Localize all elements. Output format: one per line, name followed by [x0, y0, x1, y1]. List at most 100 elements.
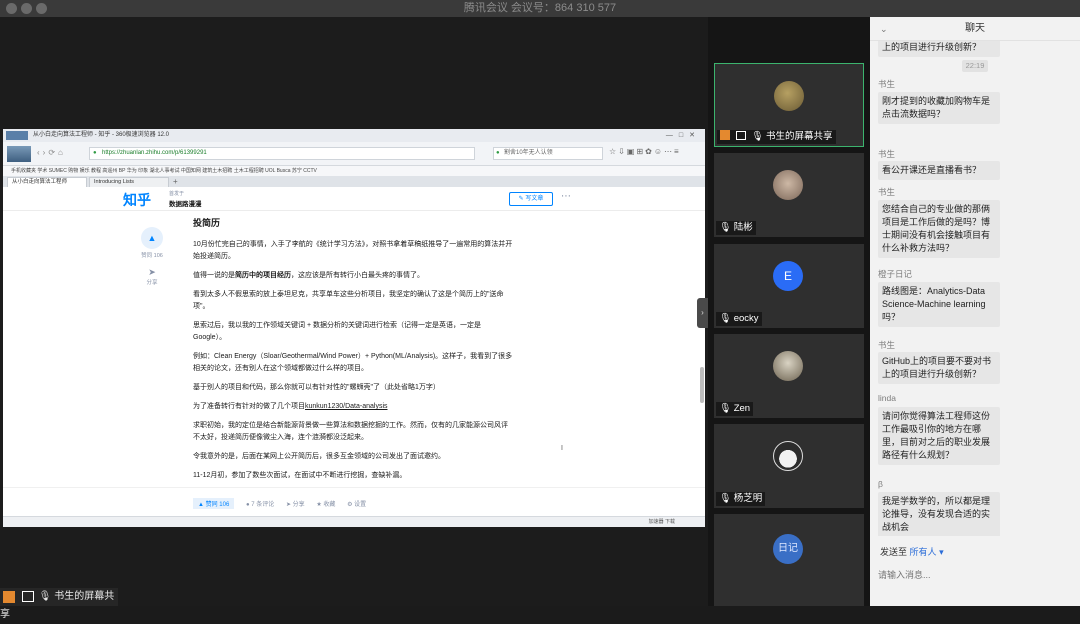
settings-button[interactable]: ⚙ 设置	[347, 502, 366, 508]
participant-name-text: eocky	[733, 313, 759, 324]
zhihu-header: 知乎 首发于 数据路漫漫 ✎ 写文章 ⋯	[3, 187, 705, 211]
collapse-panel-chevron-icon[interactable]: ›	[697, 298, 708, 328]
article-actions: ▲ 赞同 106 ● 7 条评论 ➤ 分享 ★ 收藏 ⚙ 设置	[193, 498, 366, 509]
microphone-icon: 🎙	[751, 131, 764, 142]
chat-message: 路线图是：Analytics-Data Science-Machine lear…	[878, 282, 1000, 327]
column-name[interactable]: 数据路漫漫	[169, 198, 202, 208]
participant-name: 🎙 Zen	[716, 402, 754, 416]
browser-search-text: 割舍10年无人认领	[504, 150, 553, 156]
participant-name-text: 书生的屏幕共享	[765, 131, 833, 142]
github-repo-link[interactable]: kunkun1230/Data-analysis	[305, 403, 388, 410]
extension-icons[interactable]: ☆⇩▣⊞✿☺⋯≡	[609, 147, 681, 156]
browser-logo-icon	[6, 131, 28, 140]
microphone-muted-icon: 🎙	[719, 403, 732, 414]
participant-tile[interactable]: E 🎙 eocky	[714, 244, 864, 328]
sharer-label: 🎙 书生的屏幕共享	[0, 588, 118, 620]
chat-header: ⌄ 聊天	[870, 17, 1080, 41]
nav-buttons-icon[interactable]: ‹›⟳⌂	[37, 148, 66, 157]
upvote-triangle-icon[interactable]: ▲	[141, 227, 163, 249]
participant-name-text: Zen	[733, 403, 751, 414]
upvote-label: 赞同 106	[205, 502, 230, 508]
more-options-icon[interactable]: ⋯	[561, 191, 571, 202]
bookmarks-list[interactable]: 手机收藏夹 学术 SUMEC 购物 娱乐 教程 高遥州 BP 华为 印象 湖北人…	[11, 168, 317, 174]
tab-zhihu[interactable]: 从小白走向算法工程师	[7, 177, 87, 187]
send-to-target-text: 所有人	[909, 547, 937, 557]
column-label: 首发于	[169, 191, 185, 197]
participant-tile[interactable]: 🎙 陆彬	[714, 153, 864, 237]
chat-message: 刚才提到的收藏加购物车是点击流数据吗？	[878, 92, 1000, 124]
side-share-label: 分享	[146, 280, 158, 286]
tab-lists[interactable]: Introducing Lists	[89, 177, 169, 187]
text-cursor-icon: I	[561, 445, 563, 452]
favorite-button[interactable]: ★ 收藏	[316, 502, 335, 508]
minimize-window-icon[interactable]	[21, 3, 32, 14]
person-icon	[3, 591, 15, 603]
browser-titlebar: 从小白走向算法工程师 - 知乎 - 360极速浏览器 12.0 —□✕	[3, 129, 705, 142]
share-label: 分享	[292, 502, 305, 508]
article-heading: 投简历	[193, 218, 221, 228]
side-vote-count: 赞同 106	[141, 253, 163, 259]
article-paragraph: 令我意外的是，后面在某网上公开简历后，很多互金领域的公司发出了面试邀约。	[193, 453, 445, 460]
upvote-button[interactable]: ▲ 赞同 106	[193, 498, 235, 509]
shared-browser-window: 从小白走向算法工程师 - 知乎 - 360极速浏览器 12.0 —□✕ ‹›⟳⌂…	[3, 129, 705, 527]
article-bold-text: 简历中的项目经历	[235, 272, 291, 279]
browser-title-text: 从小白走向算法工程师 - 知乎 - 360极速浏览器 12.0	[33, 132, 170, 138]
participant-tile[interactable]: 日记	[714, 514, 864, 606]
address-url: https://zhuanlan.zhihu.com/p/61399291	[102, 150, 207, 156]
caret-down-icon: ▾	[939, 547, 944, 557]
page-scrollbar[interactable]	[700, 367, 704, 403]
maximize-window-icon[interactable]	[36, 3, 47, 14]
settings-label: 设置	[354, 502, 367, 508]
write-article-label: 写文章	[525, 196, 544, 202]
browser-tab-strip: 从小白走向算法工程师 Introducing Lists +	[3, 176, 705, 187]
new-tab-icon[interactable]: +	[173, 176, 178, 187]
article-body: 投简历 10月份忙完自己的事情，入手了李航的《统计学习方法》，对照书拿着草稿纸推…	[193, 217, 513, 489]
article-text: ，这应该是所有转行小白最头疼的事情了。	[291, 272, 424, 279]
browser-window-controls-icon[interactable]: —□✕	[666, 129, 701, 142]
browser-search-box[interactable]: ● 割舍10年无人认领	[493, 147, 603, 160]
screen-share-icon	[735, 131, 746, 140]
chat-sender: 书生	[878, 340, 896, 350]
send-to-target-dropdown[interactable]: 所有人 ▾	[910, 547, 944, 557]
share-button[interactable]: ➤ 分享	[286, 502, 305, 508]
avatar: E	[773, 261, 803, 291]
article-paragraph: 思索过后，我以我的工作领域关键词 + 数据分析的关键词进行检索（记得一定是英语，…	[193, 322, 481, 341]
article-paragraph: 11-12月初，参加了数些次面试，在面试中不断进行挖掘，查缺补漏。	[193, 472, 407, 479]
chat-panel: ⌄ 聊天 上的项目进行升级创新？ 22:19 书生 刚才提到的收藏加购物车是点击…	[870, 17, 1080, 606]
microphone-muted-icon: 🎙	[719, 493, 732, 504]
avatar	[774, 81, 804, 111]
close-window-icon[interactable]	[6, 3, 17, 14]
person-icon	[720, 130, 730, 140]
participant-tile[interactable]: 🎙 书生的屏幕共享	[714, 63, 864, 147]
article-text: 值得一说的是	[193, 272, 235, 279]
avatar	[773, 351, 803, 381]
chat-message: 请问你觉得算法工程师这份工作最吸引你的地方在哪里，目前对之后的职业发展路径有什么…	[878, 407, 1000, 465]
window-title: 腾讯会议 会议号：864 310 577	[463, 2, 617, 14]
chat-sender: 书生	[878, 187, 896, 197]
participant-tile[interactable]: 🎙 杨芝明	[714, 424, 864, 508]
comments-label: 7 条评论	[251, 502, 275, 508]
favorite-label: 收藏	[323, 502, 336, 508]
article-paragraph: 基于别人的项目和代码，那么你就可以有针对性的"螺蛳壳"了（此处省略1万字）	[193, 384, 440, 391]
chat-sender: 橙子日记	[878, 269, 913, 279]
chat-message: 我是学数学的，所以都是理论推导，没有发现合适的实战机会	[878, 492, 1000, 536]
address-bar[interactable]: ● https://zhuanlan.zhihu.com/p/61399291	[89, 147, 475, 160]
chat-sender: 书生	[878, 79, 896, 89]
tab-zhihu-label: 从小白走向算法工程师	[12, 179, 68, 185]
chat-input[interactable]	[878, 566, 1068, 584]
write-article-button[interactable]: ✎ 写文章	[509, 192, 553, 206]
chat-title: 聊天	[965, 23, 985, 34]
participant-tile[interactable]: 🎙 Zen	[714, 334, 864, 418]
zhihu-logo[interactable]: 知乎	[123, 190, 151, 210]
browser-statusbar: 加速器 下载	[3, 516, 705, 527]
tab-lists-label: Introducing Lists	[94, 179, 135, 185]
chevron-down-icon[interactable]: ⌄	[880, 17, 888, 41]
article-paragraph: 10月份忙完自己的事情，入手了李航的《统计学习方法》，对照书拿着草稿纸推导了一遍…	[193, 241, 513, 260]
chat-messages: 上的项目进行升级创新？ 22:19 书生 刚才提到的收藏加购物车是点击流数据吗？…	[870, 41, 1080, 536]
microphone-muted-icon: 🎙	[719, 222, 732, 233]
comments-button[interactable]: ● 7 条评论	[246, 502, 274, 508]
send-to-label: 发送至	[880, 547, 908, 557]
side-vote-panel: ▲ 赞同 106 ➤ 分享	[141, 227, 163, 286]
share-arrow-icon[interactable]: ➤	[141, 267, 163, 278]
participant-name: 🎙 eocky	[716, 312, 762, 326]
